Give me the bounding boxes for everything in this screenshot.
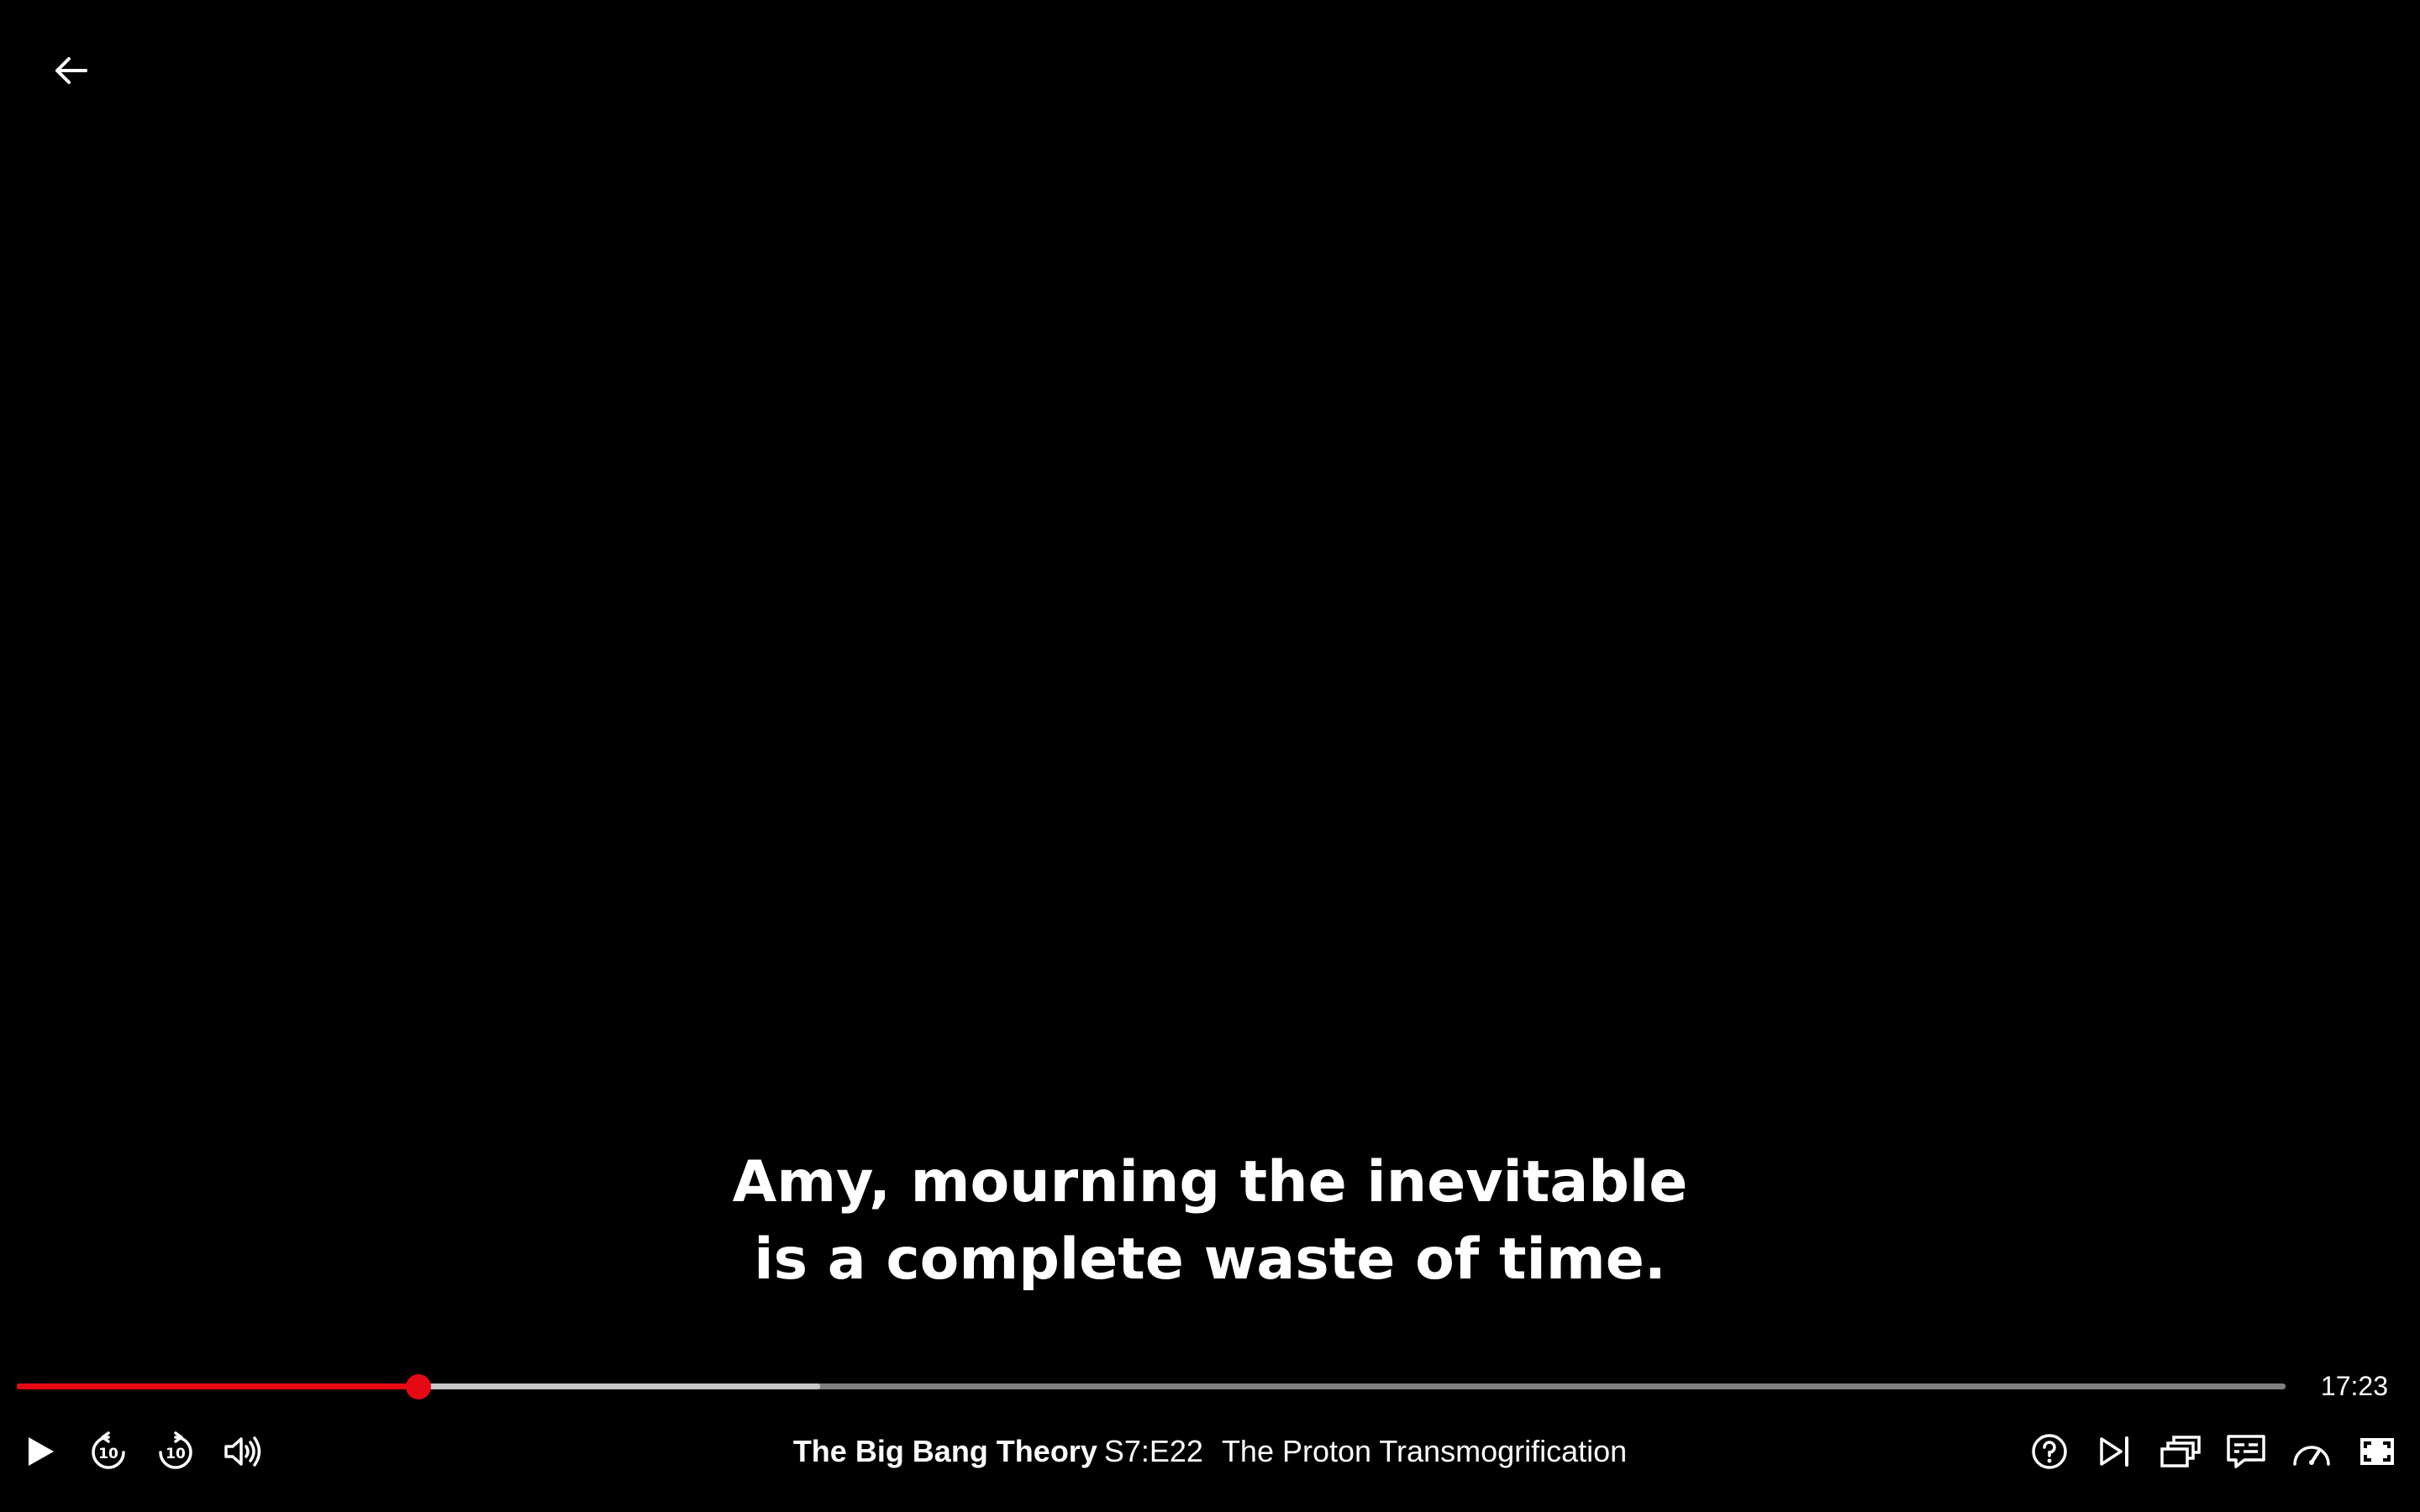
episodes-button[interactable] [2156,1428,2205,1475]
show-title: The Big Bang Theory [792,1434,1097,1468]
arrow-left-icon [55,57,87,84]
episode-title: The Proton Transmogrification [1221,1434,1628,1468]
next-episode-button[interactable] [2091,1428,2139,1475]
playback-speed-icon [2293,1446,2330,1466]
subtitles-button[interactable] [2222,1428,2270,1475]
help-button[interactable] [2025,1428,2074,1475]
fullscreen-icon [2360,1438,2394,1465]
progress-scrubber[interactable] [17,1373,2286,1399]
back-button[interactable] [47,47,94,94]
episodes-icon [2160,1436,2201,1467]
subtitle-line: is a complete waste of time. [754,1226,1666,1293]
controls-right [2025,1428,2402,1475]
subtitle-text: Amy, mourning the inevitable is a comple… [0,1144,2420,1299]
video-player[interactable]: Amy, mourning the inevitable is a comple… [0,0,2420,1512]
next-episode-icon [2100,1436,2128,1467]
subtitles-icon [2227,1435,2265,1468]
subtitle-line: Amy, mourning the inevitable [732,1149,1688,1215]
help-icon [2032,1434,2067,1469]
time-remaining: 17:23 [2320,1371,2388,1401]
playback-speed-button[interactable] [2287,1428,2336,1475]
episode-code: S7:E22 [1103,1434,1203,1468]
played-bar [17,1383,418,1389]
scrubber-handle[interactable] [405,1374,431,1399]
fullscreen-button[interactable] [2353,1428,2402,1475]
